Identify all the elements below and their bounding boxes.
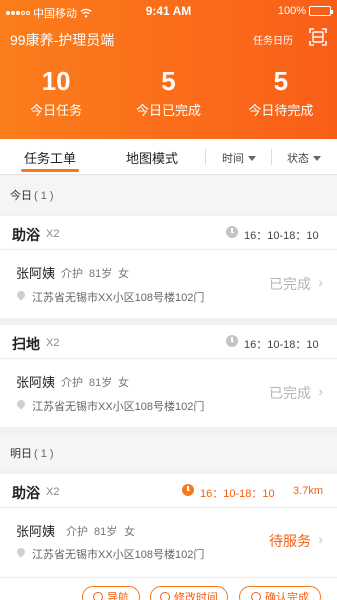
task-status: 待服务 <box>269 533 311 549</box>
clock-icon <box>226 335 238 347</box>
client-gender: 女 <box>118 268 129 280</box>
location-pin-icon <box>15 289 27 301</box>
stat-value: 10 <box>41 66 71 96</box>
task-name: 扫地 <box>12 336 40 352</box>
client-name: 张阿姨 <box>16 524 56 539</box>
clock-icon <box>160 592 170 600</box>
task-card[interactable]: 助浴 X2 16：10-18：10 3.7km 张阿姨 介护 81岁 女 江苏省… <box>0 474 337 577</box>
status-right: 100% <box>277 5 333 17</box>
section-header-today: 今日( 1 ) <box>0 176 337 212</box>
client-age: 81岁 <box>94 526 118 538</box>
check-circle-icon <box>251 592 261 600</box>
client-address: 江苏省无锡市XX小区108号楼102门 <box>32 292 205 304</box>
chevron-right-icon: › <box>318 274 323 290</box>
task-card-header: 助浴 X2 16：10-18：10 3.7km <box>0 474 337 508</box>
task-time: 16：10-18：10 <box>244 339 319 351</box>
client-address: 江苏省无锡市XX小区108号楼102门 <box>32 549 205 561</box>
battery-icon <box>309 6 333 16</box>
section-count: ( 1 ) <box>34 448 54 460</box>
task-distance: 3.7km <box>293 485 323 497</box>
navigate-button[interactable]: 导航 <box>82 586 140 600</box>
tab-divider <box>205 149 206 165</box>
stat-label: 今日任务 <box>30 103 83 118</box>
confirm-complete-button[interactable]: 确认完成 <box>239 586 321 600</box>
task-card[interactable]: 扫地 X2 16：10-18：10 张阿姨 介护 81岁 女 江苏省无锡市XX小… <box>0 325 337 427</box>
tab-label: 任务工单 <box>24 151 77 166</box>
chevron-right-icon: › <box>318 531 323 547</box>
caret-down-icon <box>313 155 321 161</box>
section-label: 今日 <box>10 190 32 202</box>
task-time: 16：10-18：10 <box>200 488 275 500</box>
tab-task-list[interactable]: 任务工单 <box>21 148 80 172</box>
change-time-button[interactable]: 修改时间 <box>150 586 228 600</box>
task-card[interactable]: 助浴 X2 16：10-18：10 张阿姨 介护 81岁 女 江苏省无锡市XX小… <box>0 216 337 318</box>
task-card-header: 助浴 X2 16：10-18：10 <box>0 216 337 250</box>
tab-bar: 任务工单 地图模式 时间 状态 <box>0 139 337 175</box>
section-header-tomorrow: 明日( 1 ) <box>0 434 337 470</box>
client-role: 介护 <box>61 268 83 280</box>
task-calendar-link[interactable]: 任务日历 <box>253 32 293 47</box>
chevron-right-icon: › <box>318 383 323 399</box>
battery-label: 100% <box>277 5 306 17</box>
task-status: 已完成 <box>269 276 311 292</box>
task-status: 已完成 <box>269 385 311 401</box>
task-count: X2 <box>46 486 60 498</box>
client-name: 张阿姨 <box>16 375 56 390</box>
clock-icon <box>226 226 238 238</box>
time-filter-dropdown[interactable]: 时间 <box>222 150 256 166</box>
app-header: 中国移动 9:41 AM 100% 99康养-护理员端 任务日历 10 今日任务… <box>0 0 337 139</box>
task-name: 助浴 <box>12 485 40 501</box>
stat-label: 今日待完成 <box>248 103 314 118</box>
task-count: X2 <box>46 228 60 240</box>
location-pin-icon <box>15 546 27 558</box>
button-label: 确认完成 <box>265 592 309 600</box>
navigate-icon <box>93 592 103 600</box>
task-name: 助浴 <box>12 227 40 243</box>
client-address: 江苏省无锡市XX小区108号楼102门 <box>32 401 205 413</box>
tab-map-mode[interactable]: 地图模式 <box>126 148 178 167</box>
tab-divider <box>271 149 272 165</box>
status-filter-dropdown[interactable]: 状态 <box>287 150 321 166</box>
task-action-bar: 导航 修改时间 确认完成 <box>0 577 337 600</box>
task-count: X2 <box>46 337 60 349</box>
button-label: 导航 <box>107 592 129 600</box>
client-age: 81岁 <box>89 377 113 389</box>
clock-icon <box>182 484 194 496</box>
client-name: 张阿姨 <box>16 266 56 281</box>
stat-today-pending[interactable]: 5 今日待完成 <box>225 66 337 119</box>
task-time: 16：10-18：10 <box>244 230 319 242</box>
status-bar: 中国移动 9:41 AM 100% <box>0 0 337 22</box>
location-pin-icon <box>15 398 27 410</box>
task-card-header: 扫地 X2 16：10-18：10 <box>0 325 337 359</box>
client-age: 81岁 <box>89 268 113 280</box>
client-role: 介护 <box>61 377 83 389</box>
stat-value: 5 <box>161 66 176 96</box>
section-label: 明日 <box>10 448 32 460</box>
app-title: 99康养-护理员端 <box>10 32 115 48</box>
caret-down-icon <box>248 155 256 161</box>
stat-today-done[interactable]: 5 今日已完成 <box>112 66 224 119</box>
filter-label: 状态 <box>287 153 309 165</box>
stat-label: 今日已完成 <box>135 103 201 118</box>
client-gender: 女 <box>124 526 135 538</box>
section-count: ( 1 ) <box>34 190 54 202</box>
stat-value: 5 <box>273 66 289 96</box>
stat-today-tasks[interactable]: 10 今日任务 <box>0 66 112 119</box>
active-tab-indicator <box>21 169 80 172</box>
client-role: 介护 <box>66 526 88 538</box>
scan-icon[interactable] <box>309 28 327 46</box>
client-gender: 女 <box>118 377 129 389</box>
stats-row: 10 今日任务 5 今日已完成 5 今日待完成 <box>0 66 337 119</box>
button-label: 修改时间 <box>174 592 218 600</box>
filter-label: 时间 <box>222 153 244 165</box>
